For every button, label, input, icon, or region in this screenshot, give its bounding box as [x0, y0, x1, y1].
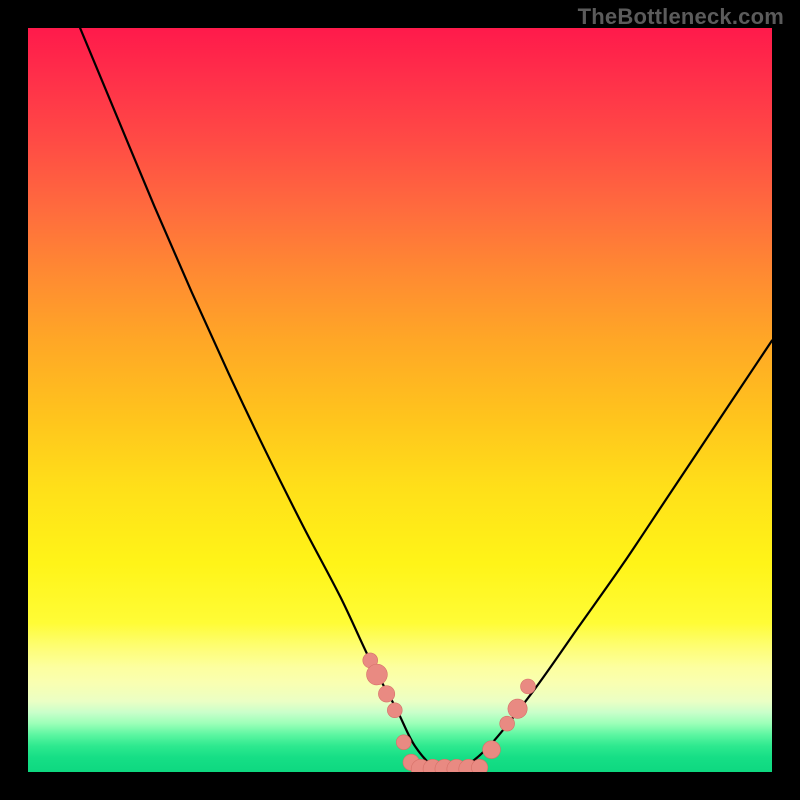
gradient-background — [28, 28, 772, 772]
plot-area — [28, 28, 772, 772]
watermark-text: TheBottleneck.com — [578, 4, 784, 30]
chart-container: TheBottleneck.com — [0, 0, 800, 800]
